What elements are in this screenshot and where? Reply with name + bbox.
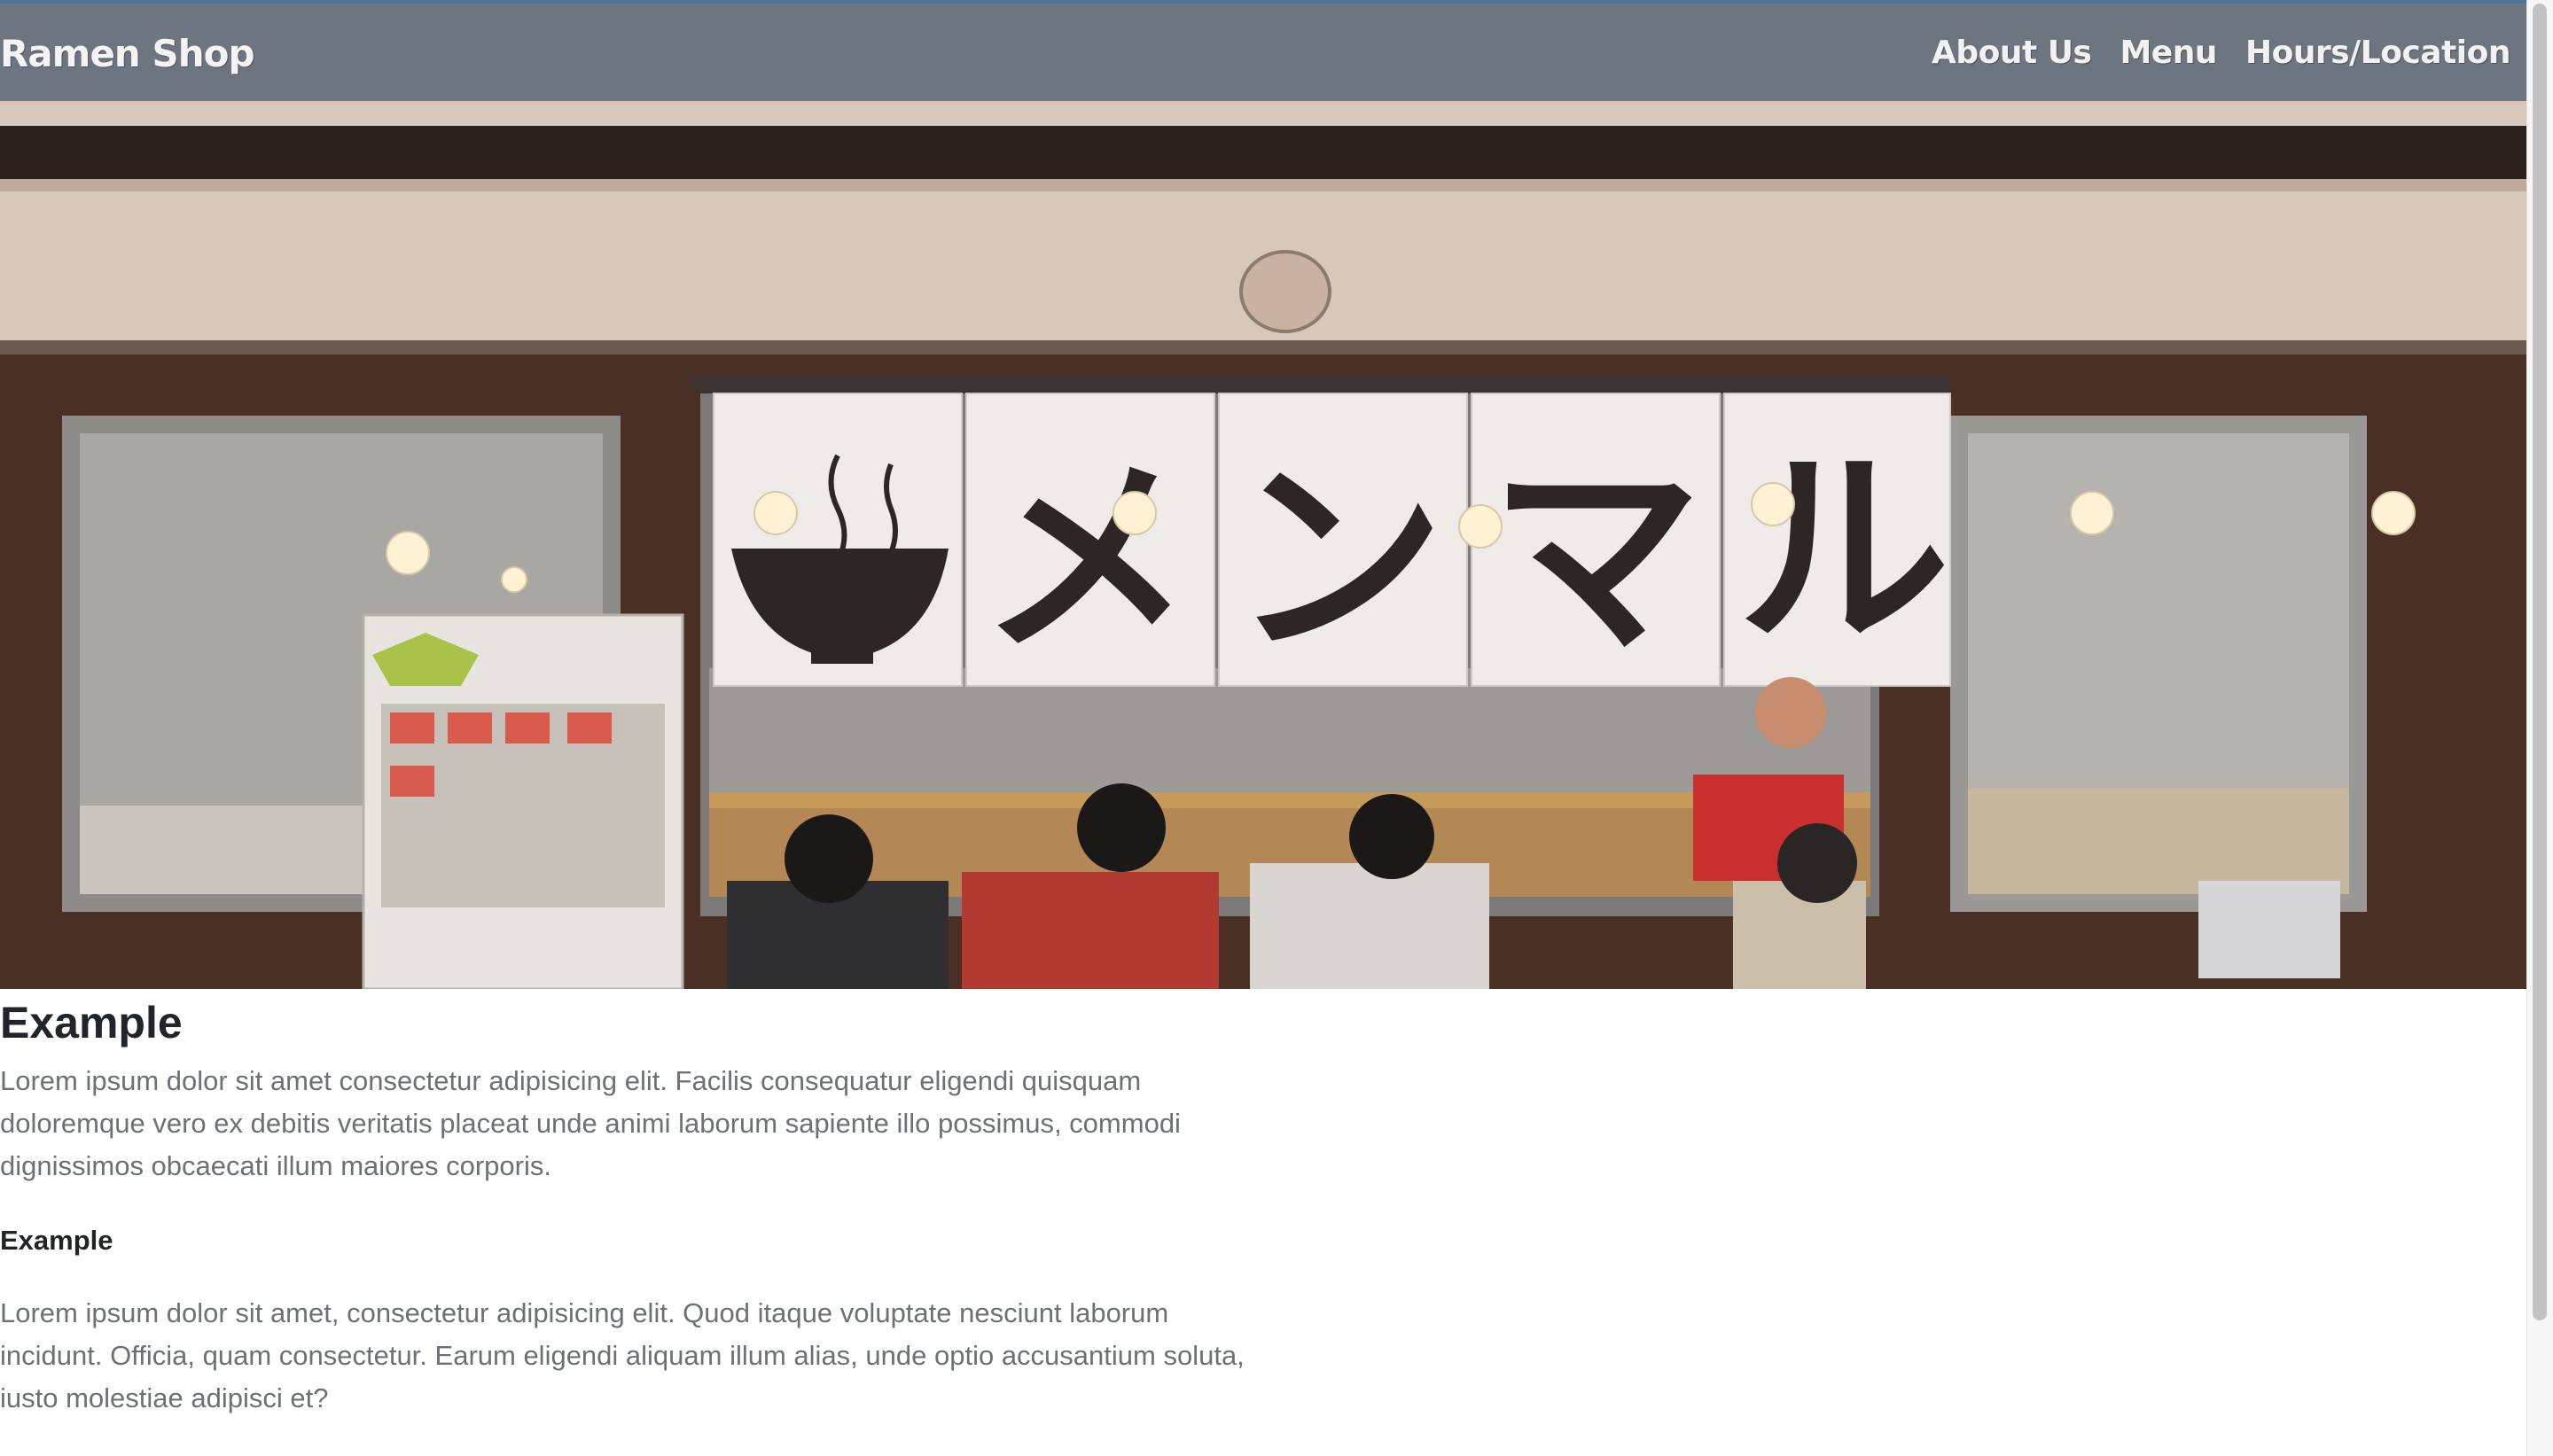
nav-link-hours-location[interactable]: Hours/Location <box>2245 35 2511 71</box>
svg-text:ン: ン <box>1232 435 1445 683</box>
brand-logo[interactable]: Ramen Shop <box>0 32 255 75</box>
svg-text:ル: ル <box>1737 426 1950 674</box>
section-paragraph: Lorem ipsum dolor sit amet, consectetur … <box>0 1297 1245 1413</box>
section-subheading: Example <box>0 1225 113 1256</box>
svg-text:メ: メ <box>980 435 1192 683</box>
ramen-shop-photo: メ ン マ ル <box>0 101 2526 989</box>
hero-image: メ ン マ ル <box>0 101 2526 989</box>
navbar: Ramen Shop About Us Menu Hours/Location <box>0 4 2526 101</box>
page-heading: Example <box>0 998 183 1047</box>
main-content: Example Lorem ipsum dolor sit amet conse… <box>0 989 1276 1420</box>
nav-links: About Us Menu Hours/Location <box>1932 35 2526 71</box>
intro-paragraph: Lorem ipsum dolor sit amet consectetur a… <box>0 1065 1181 1181</box>
nav-link-menu[interactable]: Menu <box>2120 35 2217 71</box>
nav-link-about-us[interactable]: About Us <box>1932 35 2092 71</box>
svg-text:マ: マ <box>1489 435 1702 683</box>
scrollbar-thumb[interactable] <box>2533 4 2547 1320</box>
